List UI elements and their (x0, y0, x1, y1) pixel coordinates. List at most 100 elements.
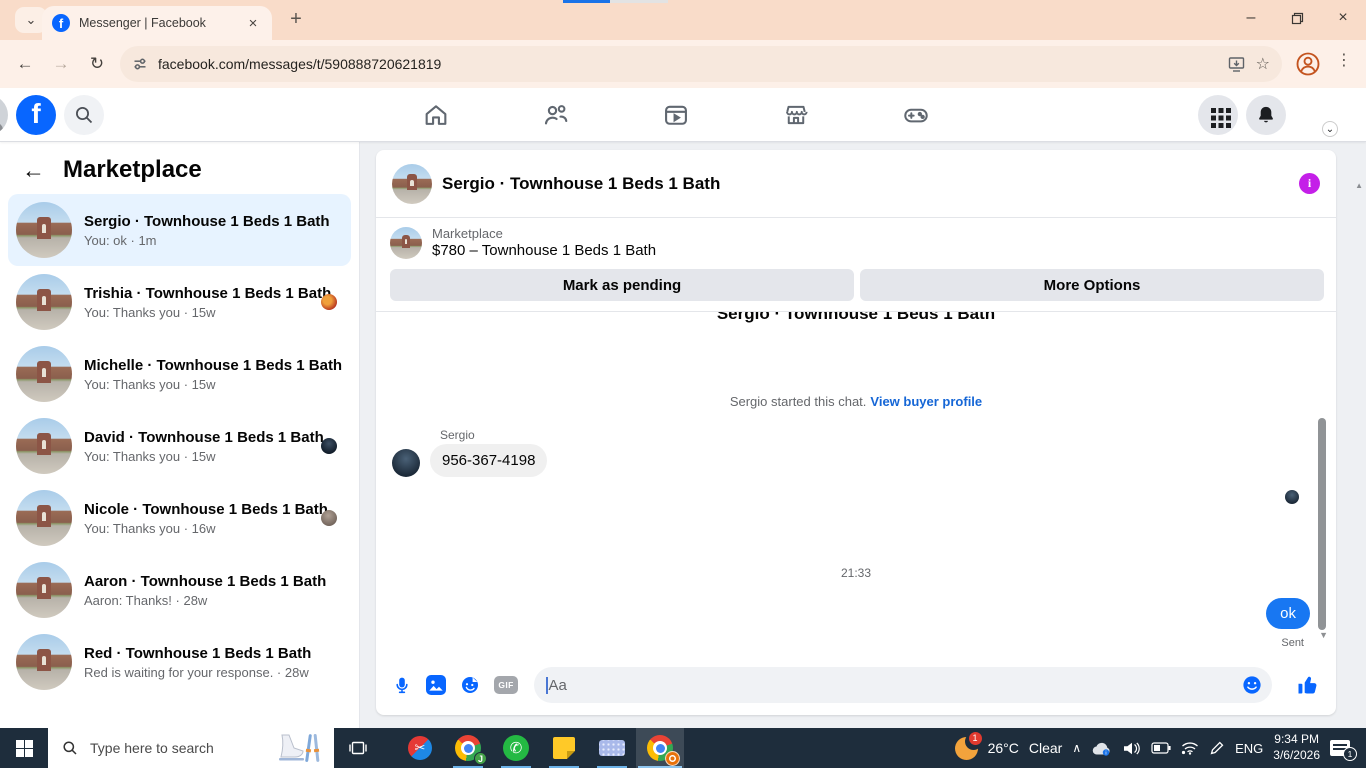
marketplace-banner: Marketplace $780 – Townhouse 1 Beds 1 Ba… (376, 218, 1336, 312)
back-button[interactable]: ← (12, 51, 38, 77)
sticky-notes-icon (553, 737, 575, 759)
conversation-row-trishia[interactable]: Trishia · Townhouse 1 Beds 1 Bath You: T… (8, 266, 351, 338)
home-nav-icon[interactable] (422, 101, 450, 129)
chat-panel: Sergio · Townhouse 1 Beds 1 Bath i Marke… (376, 150, 1336, 715)
conversation-info-icon[interactable]: i (1299, 173, 1320, 194)
chat-title: Sergio · Townhouse 1 Beds 1 Bath (442, 173, 721, 193)
listing-summary[interactable]: Marketplace $780 – Townhouse 1 Beds 1 Ba… (390, 226, 1324, 259)
sender-message-avatar (392, 449, 420, 477)
chrome-profile2-button-active[interactable] (636, 728, 684, 768)
account-avatar[interactable] (0, 95, 8, 135)
emoji-icon[interactable] (1242, 675, 1262, 695)
chevron-down-icon: ⌄ (25, 12, 37, 27)
tab-title: Messenger | Facebook (79, 16, 206, 30)
page-scrollbar-up-arrow[interactable]: ▲ (1355, 181, 1363, 190)
weather-condition-label[interactable]: Clear (1029, 740, 1062, 756)
view-buyer-profile-link[interactable]: View buyer profile (870, 394, 982, 409)
listing-avatar (16, 274, 72, 330)
conversation-preview: Aaron: Thanks! · 28w (84, 592, 208, 608)
account-chevron-icon: ⌄ (1322, 121, 1338, 137)
temperature-label[interactable]: 26°C (988, 740, 1019, 756)
voice-clip-icon[interactable] (392, 675, 412, 695)
thumbs-up-icon[interactable] (1296, 673, 1320, 697)
listing-avatar (16, 418, 72, 474)
speaker-icon[interactable] (1123, 742, 1141, 755)
sticky-notes-button[interactable] (540, 728, 588, 768)
refresh-button[interactable]: ↻ (84, 51, 110, 77)
gif-icon[interactable]: GIF (494, 676, 518, 694)
action-center-button[interactable]: 1 (1330, 740, 1357, 761)
conversation-preview: You: ok · 1m (84, 232, 157, 248)
watch-nav-icon[interactable] (662, 101, 690, 129)
listing-actions: Mark as pending More Options (390, 269, 1324, 301)
apps-menu-button[interactable] (1198, 95, 1238, 135)
back-arrow-icon[interactable]: ← (22, 157, 45, 184)
facebook-logo[interactable]: f (16, 95, 56, 135)
gaming-nav-icon[interactable] (902, 101, 930, 129)
window-controls: – × (1228, 0, 1366, 40)
friends-nav-icon[interactable] (542, 101, 570, 129)
new-tab-button[interactable]: + (284, 8, 308, 31)
browser-tab-strip: ⌄ f Messenger | Facebook × + – × (0, 0, 1366, 40)
address-bar[interactable]: facebook.com/messages/t/590888720621819 … (120, 46, 1282, 82)
conversation-row-aaron[interactable]: Aaron · Townhouse 1 Beds 1 Bath Aaron: T… (8, 554, 351, 626)
mark-as-pending-button[interactable]: Mark as pending (390, 269, 854, 301)
message-scroll-area[interactable]: Sergio · Townhouse 1 Beds 1 Bath Sergio … (376, 312, 1336, 655)
task-view-icon (349, 741, 367, 755)
language-indicator[interactable]: ENG (1235, 741, 1263, 756)
window-close-button[interactable]: × (1320, 0, 1366, 36)
bookmark-star-icon[interactable]: ☆ (1256, 54, 1270, 74)
onscreen-keyboard-button[interactable] (588, 728, 636, 768)
search-button[interactable] (64, 95, 104, 135)
taskbar-clock[interactable]: 9:34 PM 3/6/2026 (1273, 732, 1320, 763)
tab-close-icon[interactable]: × (244, 15, 262, 32)
onedrive-cloud-icon[interactable]: i (1091, 741, 1113, 756)
listing-avatar (16, 490, 72, 546)
attach-image-icon[interactable] (426, 675, 446, 695)
chrome-profile-badge: J (474, 752, 487, 765)
install-app-icon[interactable] (1227, 55, 1246, 74)
notification-count-badge: 1 (1343, 747, 1357, 761)
whatsapp-icon: ✆ (503, 735, 529, 761)
conversation-row-red[interactable]: Red · Townhouse 1 Beds 1 Bath Red is wai… (8, 626, 351, 698)
window-restore-button[interactable] (1274, 0, 1320, 36)
url-text: facebook.com/messages/t/590888720621819 (158, 56, 442, 72)
seen-avatar (321, 294, 337, 310)
scroll-down-arrow[interactable]: ▼ (1319, 630, 1328, 640)
browser-profile-button[interactable] (1294, 50, 1322, 78)
start-button[interactable] (0, 728, 48, 768)
tray-expand-chevron[interactable]: ∧ (1072, 741, 1081, 755)
search-icon (63, 741, 77, 755)
sidebar-title: Marketplace (63, 156, 202, 183)
listing-avatar (16, 202, 72, 258)
conversation-row-sergio[interactable]: Sergio · Townhouse 1 Beds 1 Bath You: ok… (8, 194, 351, 266)
notifications-button[interactable] (1246, 95, 1286, 135)
browser-tab[interactable]: f Messenger | Facebook × (42, 6, 272, 40)
conversation-row-nicole[interactable]: Nicole · Townhouse 1 Beds 1 Bath You: Th… (8, 482, 351, 554)
conversation-row-david[interactable]: David · Townhouse 1 Beds 1 Bath You: Tha… (8, 410, 351, 482)
pen-icon[interactable] (1209, 740, 1225, 756)
battery-icon[interactable] (1151, 742, 1171, 754)
browser-menu-button[interactable]: ⋮ (1334, 50, 1354, 70)
restore-icon (1291, 12, 1303, 24)
weather-alert-badge: 1 (968, 731, 982, 745)
listing-avatar (16, 634, 72, 690)
marketplace-nav-icon[interactable] (782, 101, 810, 129)
site-settings-icon[interactable] (132, 56, 148, 72)
more-options-button[interactable]: More Options (860, 269, 1324, 301)
forward-button[interactable]: → (48, 51, 74, 77)
task-view-button[interactable] (334, 728, 382, 768)
conversation-row-michelle[interactable]: Michelle · Townhouse 1 Beds 1 Bath You: … (8, 338, 351, 410)
conversation-preview: You: Thanks you · 15w (84, 376, 216, 392)
snipping-tool-button[interactable]: ✂ (396, 728, 444, 768)
message-input[interactable]: Aa (534, 667, 1272, 703)
chat-avatar[interactable] (392, 163, 432, 204)
window-minimize-button[interactable]: – (1228, 0, 1274, 36)
weather-button[interactable]: 1 (954, 731, 982, 760)
chat-scrollbar[interactable] (1318, 418, 1326, 630)
wifi-icon[interactable] (1181, 741, 1199, 755)
chrome-profile1-button[interactable]: J (444, 728, 492, 768)
whatsapp-button[interactable]: ✆ (492, 728, 540, 768)
sticker-icon[interactable] (460, 675, 480, 695)
taskbar-search-box[interactable]: Type here to search (48, 728, 334, 768)
